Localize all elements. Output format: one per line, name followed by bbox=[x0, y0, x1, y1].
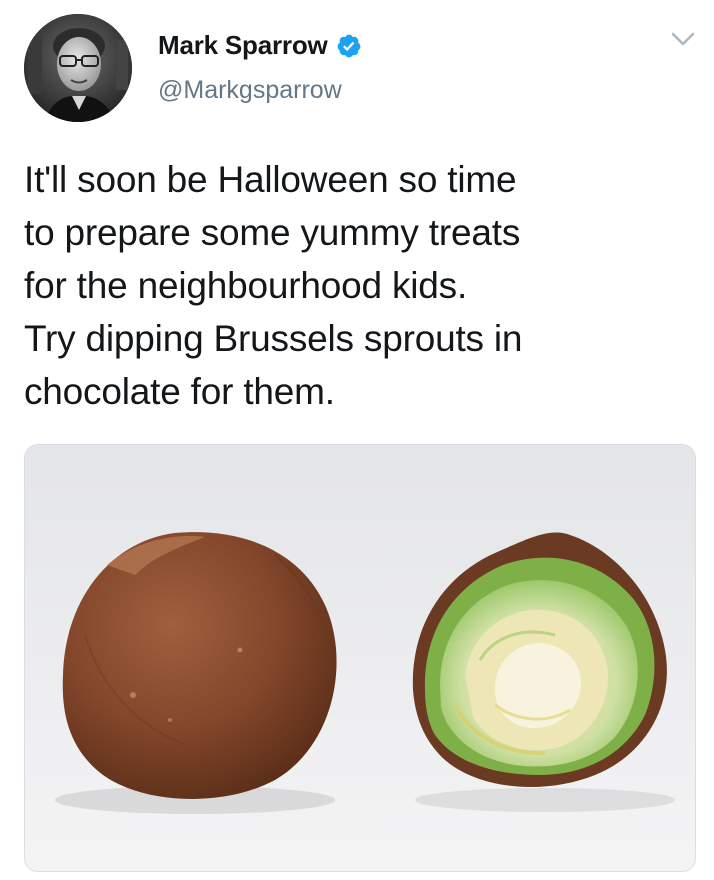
tweet-media-image[interactable] bbox=[24, 444, 696, 872]
author-handle[interactable]: @Markgsparrow bbox=[158, 76, 342, 105]
tweet-card: Mark Sparrow @Markgsparrow It'll soon be… bbox=[0, 0, 714, 880]
author-name-row[interactable]: Mark Sparrow bbox=[158, 30, 362, 61]
chocolate-covered-sprout bbox=[62, 532, 337, 799]
avatar-photo bbox=[24, 14, 132, 122]
media-photo bbox=[25, 445, 695, 871]
verified-badge-icon bbox=[336, 33, 362, 59]
tweet-text: It'll soon be Halloween so time to prepa… bbox=[24, 159, 523, 412]
chevron-down-icon[interactable] bbox=[668, 28, 698, 50]
avatar[interactable] bbox=[24, 14, 132, 122]
author-display-name[interactable]: Mark Sparrow bbox=[158, 30, 328, 61]
